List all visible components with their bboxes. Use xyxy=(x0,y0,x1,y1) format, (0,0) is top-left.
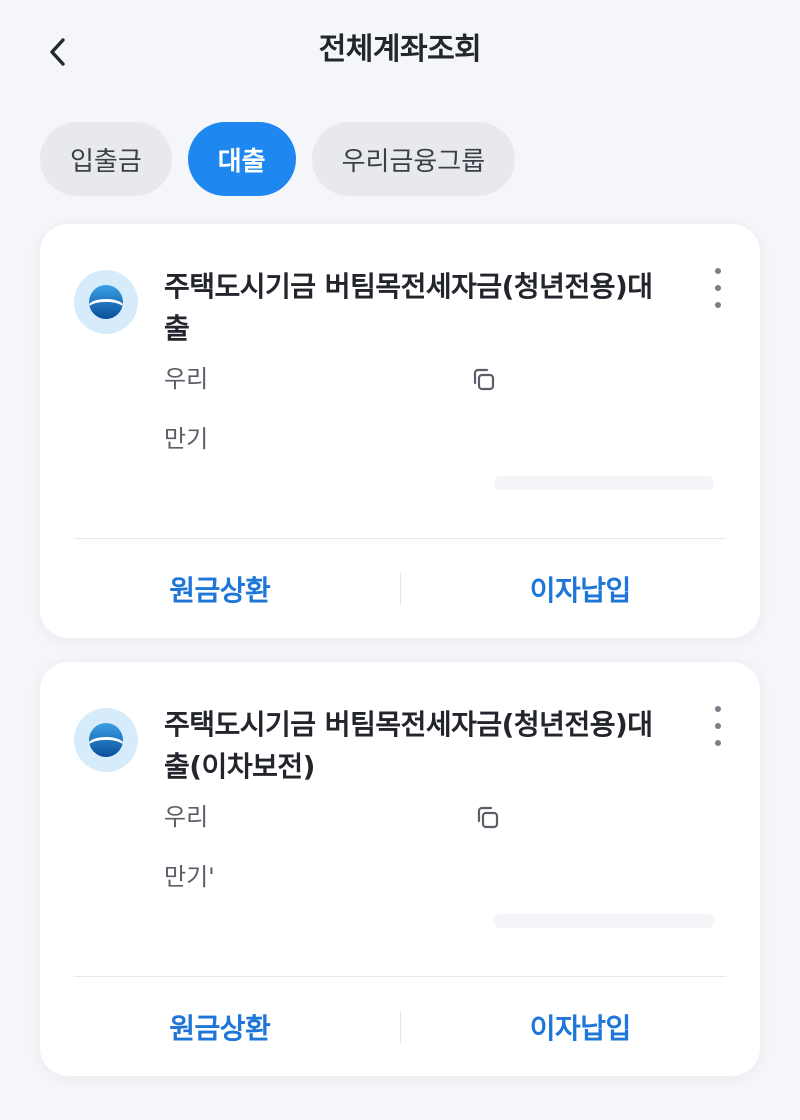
page-title: 전체계좌조회 xyxy=(318,32,482,67)
bank-name: 우리 xyxy=(164,365,209,393)
loan-product-name: 주택도시기금 버팀목전세자금(청년전용)대출 xyxy=(164,270,653,345)
maturity-label: 만기' xyxy=(164,863,215,891)
card-actions: 원금상환 이자납입 xyxy=(40,977,760,1076)
more-options-button[interactable] xyxy=(706,706,730,746)
woori-bank-logo xyxy=(74,270,138,334)
more-options-button[interactable] xyxy=(706,268,730,308)
masked-balance xyxy=(494,914,714,928)
woori-bank-logo xyxy=(74,708,138,772)
loan-account-card: 주택도시기금 버팀목전세자금(청년전용)대출(이차보전) 우리 만기' 원금상환… xyxy=(40,662,760,1076)
tab-loan[interactable]: 대출 xyxy=(187,122,296,196)
tab-bar: 입출금 대출 우리금융그룹 xyxy=(40,122,516,196)
copy-icon xyxy=(477,806,499,829)
header: 전체계좌조회 xyxy=(0,0,800,104)
woori-logo-icon xyxy=(89,285,123,319)
bank-name: 우리 xyxy=(164,803,209,831)
copy-account-button[interactable] xyxy=(468,364,500,396)
tab-woori-financial-group[interactable]: 우리금융그룹 xyxy=(311,122,516,196)
repay-principal-button[interactable]: 원금상환 xyxy=(40,1007,400,1047)
copy-icon xyxy=(473,368,495,391)
more-vertical-icon xyxy=(715,268,721,274)
more-vertical-icon xyxy=(715,706,721,712)
loan-account-card: 주택도시기금 버팀목전세자금(청년전용)대출 우리 만기 원금상환 이자납입 xyxy=(40,224,760,638)
pay-interest-button[interactable]: 이자납입 xyxy=(401,1007,761,1047)
maturity-label: 만기 xyxy=(164,425,209,453)
loan-product-name: 주택도시기금 버팀목전세자금(청년전용)대출(이차보전) xyxy=(164,708,653,783)
card-actions: 원금상환 이자납입 xyxy=(40,539,760,638)
masked-balance xyxy=(494,476,714,490)
copy-account-button[interactable] xyxy=(472,802,504,834)
woori-logo-icon xyxy=(89,723,123,757)
tab-deposit-withdrawal[interactable]: 입출금 xyxy=(40,122,172,196)
repay-principal-button[interactable]: 원금상환 xyxy=(40,569,400,609)
pay-interest-button[interactable]: 이자납입 xyxy=(401,569,761,609)
